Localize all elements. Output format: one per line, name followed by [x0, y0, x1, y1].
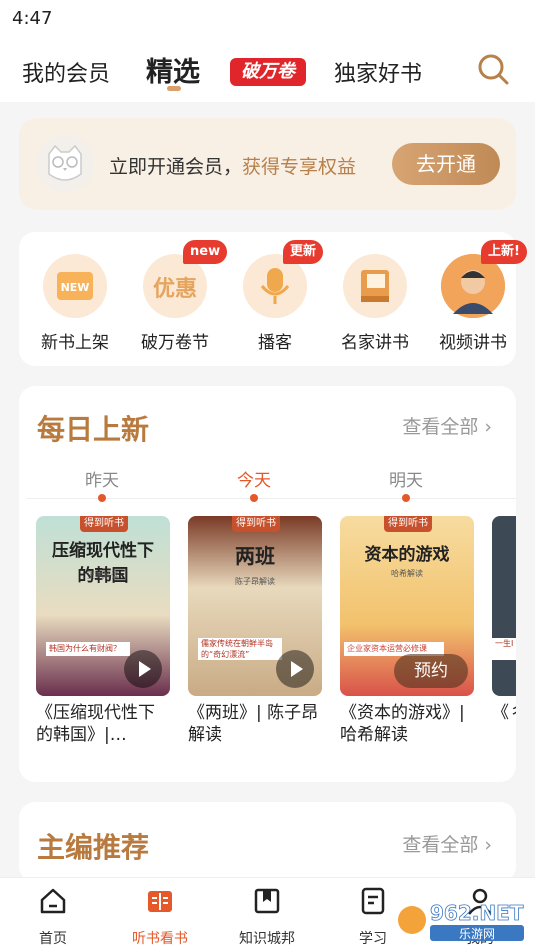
open-membership-button[interactable]: 去开通 [392, 143, 500, 185]
svg-text:962.NET: 962.NET [430, 901, 524, 925]
new-glyph-text: NEW [61, 281, 90, 294]
book-cover: 得到听书 资本的游戏 哈希解读 企业家资本运营必修课 预约 [340, 516, 474, 696]
day-tomorrow[interactable]: 明天 [389, 466, 423, 491]
book-open-icon [148, 891, 172, 912]
cover-subtitle: 哈希解读 [391, 569, 423, 578]
editor-picks-section: 主编推荐 查看全部 › [19, 802, 516, 882]
membership-promo-text: 立即开通会员，获得专享权益 [109, 152, 356, 179]
cover-tag: 得到听书 [232, 516, 280, 532]
section-title: 每日上新 [37, 413, 150, 446]
see-all-link[interactable]: 查看全部 › [402, 412, 492, 439]
update-badge: 更新 [283, 240, 324, 264]
tab-label: 首页 [39, 931, 67, 947]
quick-entry-panel: NEW 新书上架 优惠 new 破万卷节 更新 播客 名家讲书 上新! 视频讲书 [19, 232, 527, 366]
cover-subtitle: 王艳解读 [87, 571, 119, 580]
status-time: 4:47 [12, 8, 53, 29]
owl-mascot-icon [36, 135, 94, 193]
cover-tag: 得到听书 [384, 516, 432, 532]
entry-new-books[interactable]: NEW 新书上架 [35, 254, 115, 354]
entry-label: 名家讲书 [341, 333, 409, 353]
promo-text: 立即开通会员， [109, 156, 243, 178]
top-navigation: 我的会员 精选 破万卷 独家好书 [0, 36, 535, 102]
entry-video-lectures[interactable]: 上新! 视频讲书 [433, 240, 527, 354]
bookmark-icon [254, 888, 280, 914]
discount-icon: 优惠 new [143, 240, 228, 318]
entry-famous-lectures[interactable]: 名家讲书 [335, 254, 415, 354]
entry-label: 破万卷节 [141, 333, 209, 353]
section-title: 主编推荐 [37, 831, 150, 864]
book-title: 《压缩现代性下的韩国》|… [36, 703, 155, 745]
svg-text:乐游网: 乐游网 [459, 927, 495, 941]
tab-label: 听书看书 [132, 931, 188, 947]
book-card[interactable]: 得到听书 两班 陈子昂解读 儒家传统在朝鲜半岛的“奇幻漂流” 《两班》| 陈子昂… [188, 516, 322, 746]
day-today[interactable]: 今天 [237, 466, 271, 491]
entry-label: 新书上架 [41, 333, 109, 353]
new-release-badge: 上新! [481, 240, 527, 264]
see-all-link[interactable]: 查看全部 › [402, 830, 492, 857]
tab-featured[interactable]: 精选 [146, 50, 200, 89]
timeline-dot [250, 494, 258, 502]
tab-my-membership[interactable]: 我的会员 [22, 56, 110, 88]
new-badge: new [183, 240, 228, 264]
promo-highlight: 获得专享权益 [242, 156, 357, 178]
cover-title: 资本的游戏 [364, 545, 450, 565]
book-card[interactable]: 得到听书 资本的游戏 哈希解读 企业家资本运营必修课 预约 《资本的游戏》| 哈… [340, 516, 474, 746]
new-books-icon: NEW [43, 254, 107, 318]
tab-label: 知识城邦 [239, 931, 295, 947]
book-cover: 得到听书 压缩现代性下的韩国 王艳解读 韩国为什么有财阀？ [36, 516, 170, 696]
tab-listen-read[interactable]: 听书看书 [115, 886, 205, 948]
watermark-logo: 962.NET 乐游网 [398, 901, 524, 941]
day-yesterday[interactable]: 昨天 [85, 466, 119, 491]
play-button[interactable] [276, 650, 314, 688]
book-card[interactable]: 一生I 真正II 《彳 一了 [492, 516, 516, 746]
book-cover: 得到听书 两班 陈子昂解读 儒家传统在朝鲜半岛的“奇幻漂流” [188, 516, 322, 696]
microphone-icon: 更新 [243, 240, 324, 318]
book-title: 《彳 一了 [492, 703, 516, 723]
tab-knowledge-city[interactable]: 知识城邦 [222, 886, 312, 948]
home-icon [40, 888, 66, 914]
tab-powanjuan[interactable]: 破万卷 [230, 58, 306, 86]
status-bar: 4:47 [0, 0, 535, 36]
book-cover: 一生I 真正II [492, 516, 516, 696]
book-title: 《资本的游戏》| 哈希解读 [340, 703, 465, 745]
cover-band: 儒家传统在朝鲜半岛的“奇幻漂流” [198, 638, 282, 660]
daily-new-section: 每日上新 查看全部 › 昨天 今天 明天 得到听书 压缩现代性下的韩国 王艳解读… [19, 386, 516, 782]
cover-tag: 得到听书 [80, 516, 128, 532]
note-icon [361, 887, 385, 915]
active-tab-indicator [167, 86, 181, 91]
discount-glyph-text: 优惠 [152, 276, 197, 302]
book-icon [343, 254, 407, 318]
entry-label: 视频讲书 [439, 333, 507, 353]
play-button[interactable] [124, 650, 162, 688]
tab-exclusive-books[interactable]: 独家好书 [334, 56, 422, 88]
membership-banner[interactable]: 立即开通会员，获得专享权益 去开通 [19, 118, 516, 210]
reserve-button[interactable]: 预约 [394, 654, 468, 688]
entry-podcast[interactable]: 更新 播客 [235, 240, 324, 354]
book-title: 《两班》| 陈子昂解读 [188, 703, 319, 745]
tab-home[interactable]: 首页 [8, 886, 98, 948]
cover-subtitle: 陈子昂解读 [235, 577, 275, 586]
cover-band: 韩国为什么有财阀？ [46, 642, 130, 656]
book-card[interactable]: 得到听书 压缩现代性下的韩国 王艳解读 韩国为什么有财阀？ 《压缩现代性下的韩国… [36, 516, 170, 746]
timeline-dot [98, 494, 106, 502]
entry-powanjuan-festival[interactable]: 优惠 new 破万卷节 [135, 240, 228, 354]
cover-band: 一生I 真正II [492, 638, 516, 660]
entry-label: 播客 [258, 333, 292, 353]
search-icon[interactable] [476, 52, 510, 86]
cover-title: 两班 [235, 544, 275, 568]
avatar: 上新! [441, 240, 527, 318]
timeline-dot [402, 494, 410, 502]
